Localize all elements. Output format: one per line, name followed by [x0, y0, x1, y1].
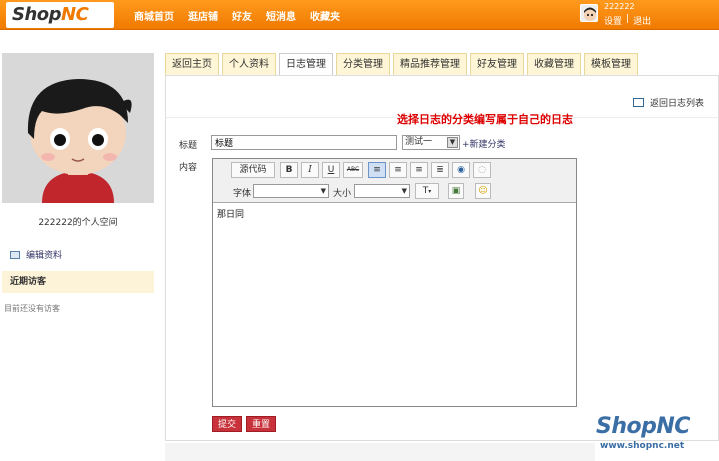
editor-text: 那日同: [217, 210, 245, 220]
strikethrough-button[interactable]: ABC: [343, 162, 363, 178]
category-value: 测试一: [405, 137, 433, 147]
back-to-list-label: 返回日志列表: [649, 99, 704, 109]
submit-button[interactable]: 提交: [212, 416, 243, 432]
font-size-select[interactable]: ▼: [354, 184, 410, 198]
rich-text-editor: 源代码 B I U ABC ≡ ≡ ≡ ≣ ◉ ◌ 字体 ▼ 大小 ▼ T▾ ▣…: [212, 158, 577, 407]
no-visitors-text: 目前还没有访客: [4, 304, 60, 313]
unlink-icon[interactable]: ◌: [473, 162, 491, 178]
nav-mall-home[interactable]: 商城首页: [134, 8, 174, 23]
underline-button[interactable]: U: [322, 162, 340, 178]
source-code-button[interactable]: 源代码: [231, 162, 275, 178]
tab-friend-management[interactable]: 好友管理: [470, 53, 524, 75]
category-select[interactable]: 测试一 ▼: [402, 135, 460, 150]
username: 222222: [604, 2, 635, 11]
tab-template-management[interactable]: 模板管理: [584, 53, 638, 75]
logout-link[interactable]: 退出: [633, 14, 651, 27]
editor-content[interactable]: 那日同: [213, 203, 576, 224]
footer-bar: [165, 443, 595, 461]
user-links: 设置 | 退出: [604, 14, 651, 27]
source-code-label: 源代码: [239, 165, 267, 175]
tab-home[interactable]: 返回主页: [165, 53, 219, 75]
space-tabs: 返回主页 个人资料 日志管理 分类管理 精品推荐管理 好友管理 收藏管理 模板管…: [165, 53, 638, 75]
brand-url: www.shopnc.net: [600, 441, 685, 451]
tab-recommend-management[interactable]: 精品推荐管理: [393, 53, 467, 75]
logo-accent: NC: [61, 4, 89, 25]
emoticon-icon[interactable]: ☺: [475, 183, 491, 199]
font-family-select[interactable]: ▼: [253, 184, 329, 198]
edit-profile-label: 编辑资料: [26, 251, 63, 261]
title-input[interactable]: [211, 135, 397, 150]
list-window-icon: [632, 98, 644, 107]
nav-messages[interactable]: 短消息: [266, 8, 296, 23]
recent-visitors-heading: 近期访客: [2, 271, 154, 293]
new-category-link[interactable]: +新建分类: [462, 137, 506, 150]
tab-blog-management[interactable]: 日志管理: [279, 53, 333, 75]
brand-watermark: ShopNC: [596, 414, 690, 439]
justify-icon[interactable]: ≣: [431, 162, 449, 178]
tab-profile[interactable]: 个人资料: [222, 53, 276, 75]
user-avatar[interactable]: [580, 4, 598, 22]
sidebar: 222222的个人空间 编辑资料 近期访客 目前还没有访客: [2, 53, 154, 314]
title-label: 标题: [179, 141, 198, 151]
space-title: 222222的个人空间: [38, 218, 118, 228]
main-nav: 商城首页 逛店铺 好友 短消息 收藏夹: [134, 8, 340, 23]
back-to-list-link[interactable]: 返回日志列表: [632, 96, 704, 109]
nav-favorites[interactable]: 收藏夹: [310, 8, 340, 23]
tab-favorite-management[interactable]: 收藏管理: [527, 53, 581, 75]
tab-category-management[interactable]: 分类管理: [336, 53, 390, 75]
link-divider: |: [626, 14, 630, 24]
chevron-down-icon: ▼: [401, 187, 407, 195]
align-center-icon[interactable]: ≡: [389, 162, 407, 178]
top-bar: ShopNC 商城首页 逛店铺 好友 短消息 收藏夹 222222 设置 | 退…: [0, 0, 719, 30]
insert-link-icon[interactable]: ◉: [452, 162, 470, 178]
align-left-icon[interactable]: ≡: [368, 162, 386, 178]
size-label: 大小: [333, 189, 352, 199]
text-color-icon[interactable]: T▾: [415, 183, 439, 199]
chevron-down-icon: ▼: [320, 187, 326, 195]
settings-link[interactable]: 设置: [604, 14, 622, 27]
logo-text: Shop: [12, 4, 62, 25]
chevron-down-icon: ▼: [447, 137, 458, 148]
align-right-icon[interactable]: ≡: [410, 162, 428, 178]
profile-avatar: [2, 53, 154, 203]
nav-shops[interactable]: 逛店铺: [188, 8, 218, 23]
profile-card-icon: [10, 250, 20, 259]
shopnc-logo[interactable]: ShopNC: [6, 2, 114, 28]
font-label: 字体: [233, 189, 252, 199]
annotation-text: 选择日志的分类编写属于自己的日志: [397, 113, 573, 126]
bold-button[interactable]: B: [280, 162, 298, 178]
nav-friends[interactable]: 好友: [232, 8, 252, 23]
editor-toolbar: 源代码 B I U ABC ≡ ≡ ≡ ≣ ◉ ◌ 字体 ▼ 大小 ▼ T▾ ▣…: [213, 159, 576, 203]
edit-profile-link[interactable]: 编辑资料: [2, 248, 154, 261]
reset-button[interactable]: 重置: [246, 416, 277, 432]
insert-image-icon[interactable]: ▣: [448, 183, 464, 199]
italic-button[interactable]: I: [301, 162, 319, 178]
content-label: 内容: [179, 163, 198, 173]
